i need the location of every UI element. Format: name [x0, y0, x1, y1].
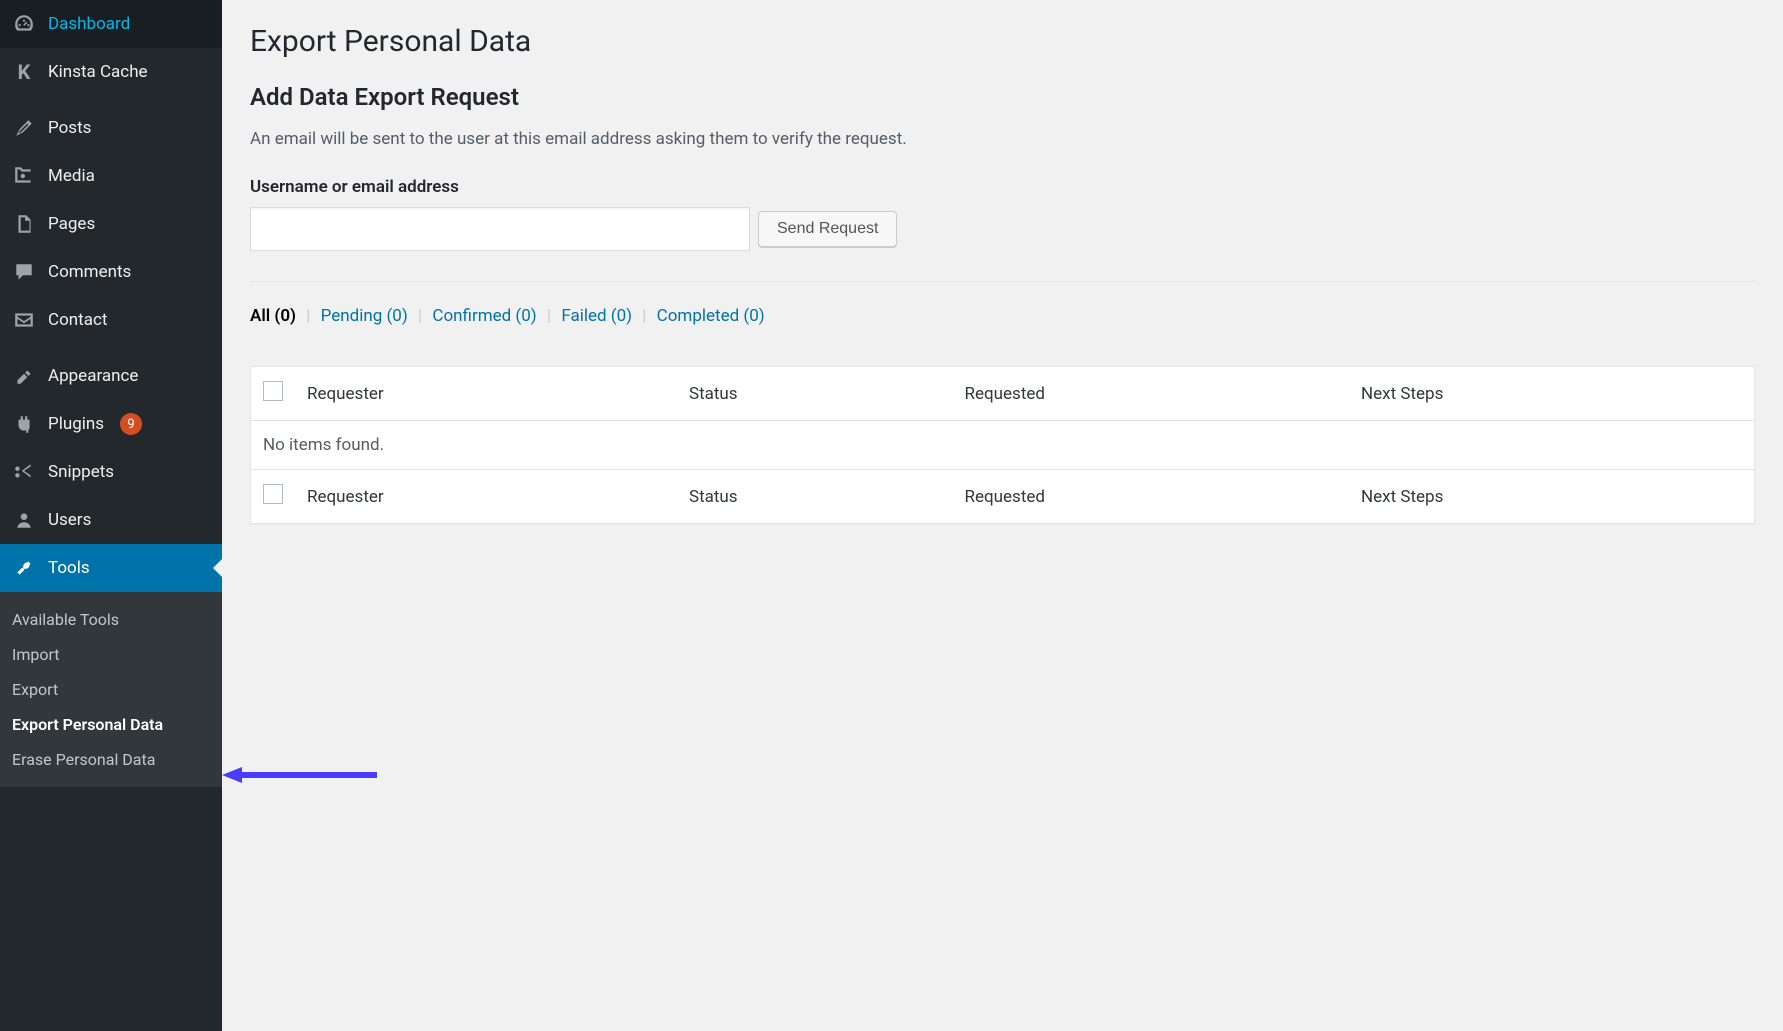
posts-icon	[12, 116, 36, 140]
annotation-arrow-icon	[222, 765, 382, 785]
menu-users[interactable]: Users	[0, 496, 222, 544]
column-status: Status	[677, 367, 953, 421]
plugins-icon	[12, 412, 36, 436]
menu-label: Pages	[48, 214, 95, 234]
menu-label: Appearance	[48, 366, 138, 386]
menu-appearance[interactable]: Appearance	[0, 352, 222, 400]
requests-table: Requester Status Requested Next Steps No…	[250, 366, 1755, 524]
no-items-message: No items found.	[251, 421, 1755, 470]
table-empty-row: No items found.	[251, 421, 1755, 470]
request-form: Send Request	[250, 207, 1755, 251]
app-layout: Dashboard K Kinsta Cache Posts Media Pag…	[0, 0, 1783, 1031]
menu-label: Tools	[48, 558, 90, 578]
status-filters: All (0) | Pending (0) | Confirmed (0) | …	[250, 306, 1755, 326]
column-requester[interactable]: Requester	[295, 367, 677, 421]
kinsta-icon: K	[12, 60, 36, 84]
dashboard-icon	[12, 12, 36, 36]
submenu-export-personal-data[interactable]: Export Personal Data	[0, 707, 222, 742]
menu-kinsta-cache[interactable]: K Kinsta Cache	[0, 48, 222, 96]
menu-tools[interactable]: Tools	[0, 544, 222, 592]
filter-pending[interactable]: Pending (0)	[321, 306, 408, 326]
menu-label: Dashboard	[48, 14, 130, 34]
appearance-icon	[12, 364, 36, 388]
tools-submenu: Available Tools Import Export Export Per…	[0, 592, 222, 787]
filter-confirmed[interactable]: Confirmed (0)	[432, 306, 536, 326]
menu-label: Posts	[48, 118, 91, 138]
contact-icon	[12, 308, 36, 332]
menu-contact[interactable]: Contact	[0, 296, 222, 344]
select-all-footer	[251, 470, 296, 524]
select-all-checkbox[interactable]	[263, 381, 283, 401]
table-header-row: Requester Status Requested Next Steps	[251, 367, 1755, 421]
menu-label: Snippets	[48, 462, 114, 482]
submenu-import[interactable]: Import	[0, 637, 222, 672]
comments-icon	[12, 260, 36, 284]
users-icon	[12, 508, 36, 532]
page-title: Export Personal Data	[250, 24, 1755, 59]
column-status-footer: Status	[677, 470, 953, 524]
menu-label: Comments	[48, 262, 131, 282]
table-footer-row: Requester Status Requested Next Steps	[251, 470, 1755, 524]
filter-completed[interactable]: Completed (0)	[657, 306, 765, 326]
admin-sidebar: Dashboard K Kinsta Cache Posts Media Pag…	[0, 0, 222, 1031]
menu-separator	[0, 344, 222, 352]
filter-separator: |	[306, 306, 310, 326]
filter-separator: |	[418, 306, 422, 326]
menu-posts[interactable]: Posts	[0, 104, 222, 152]
column-requested-footer[interactable]: Requested	[953, 470, 1350, 524]
plugins-update-badge: 9	[120, 413, 142, 435]
menu-label: Media	[48, 166, 95, 186]
select-all-header	[251, 367, 296, 421]
send-request-button[interactable]: Send Request	[758, 211, 897, 247]
menu-snippets[interactable]: Snippets	[0, 448, 222, 496]
username-email-label: Username or email address	[250, 177, 1755, 197]
menu-plugins[interactable]: Plugins 9	[0, 400, 222, 448]
menu-media[interactable]: Media	[0, 152, 222, 200]
username-email-input[interactable]	[250, 207, 750, 251]
filter-failed[interactable]: Failed (0)	[561, 306, 632, 326]
submenu-export[interactable]: Export	[0, 672, 222, 707]
column-requester-footer[interactable]: Requester	[295, 470, 677, 524]
column-requested[interactable]: Requested	[953, 367, 1350, 421]
page-subtitle: Add Data Export Request	[250, 83, 1755, 111]
menu-label: Users	[48, 510, 91, 530]
filter-separator: |	[642, 306, 646, 326]
media-icon	[12, 164, 36, 188]
pages-icon	[12, 212, 36, 236]
column-next-steps-footer: Next Steps	[1349, 470, 1755, 524]
filter-separator: |	[547, 306, 551, 326]
menu-label: Contact	[48, 310, 107, 330]
select-all-checkbox-footer[interactable]	[263, 484, 283, 504]
submenu-available-tools[interactable]: Available Tools	[0, 602, 222, 637]
main-content: Export Personal Data Add Data Export Req…	[222, 0, 1783, 1031]
column-next-steps: Next Steps	[1349, 367, 1755, 421]
submenu-erase-personal-data[interactable]: Erase Personal Data	[0, 742, 222, 777]
menu-separator	[0, 96, 222, 104]
divider	[250, 281, 1755, 282]
menu-label: Plugins	[48, 414, 104, 434]
menu-pages[interactable]: Pages	[0, 200, 222, 248]
filter-all[interactable]: All (0)	[250, 306, 296, 326]
menu-comments[interactable]: Comments	[0, 248, 222, 296]
tools-icon	[12, 556, 36, 580]
snippets-icon	[12, 460, 36, 484]
menu-label: Kinsta Cache	[48, 62, 148, 82]
menu-dashboard[interactable]: Dashboard	[0, 0, 222, 48]
page-description: An email will be sent to the user at thi…	[250, 129, 1755, 149]
